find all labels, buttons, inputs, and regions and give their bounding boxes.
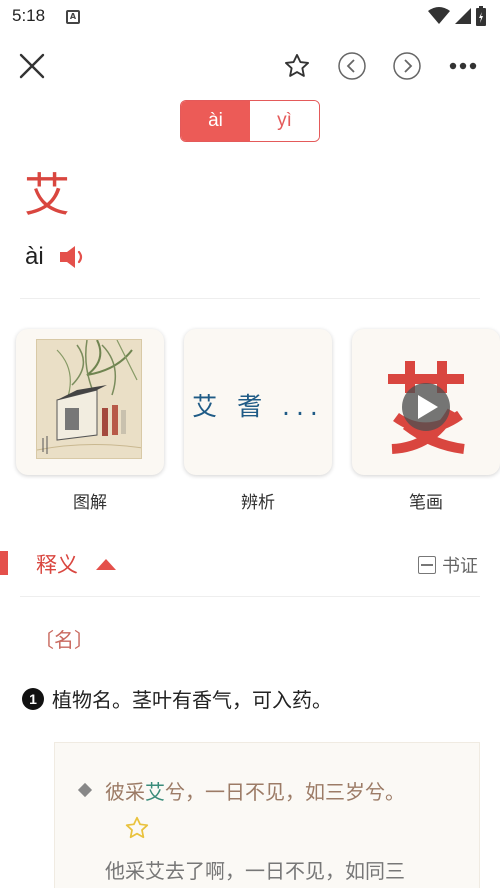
divider <box>20 596 480 597</box>
card-comparison-label: 辨析 <box>241 493 275 513</box>
star-icon <box>284 53 310 77</box>
quote-post: 兮，一日不见，如三岁兮。 <box>165 780 405 804</box>
notification-icon: A <box>66 10 80 24</box>
next-button[interactable] <box>391 50 423 82</box>
quote-pre: 彼采 <box>105 780 145 804</box>
status-icons <box>428 6 486 26</box>
status-time: 5:18 <box>12 6 46 25</box>
definition-line: 1 植物名。茎叶有香气，可入药。 <box>22 684 332 713</box>
status-bar: 5:18 A <box>0 0 500 34</box>
quote-text: 彼采艾兮，一日不见，如三岁兮。 <box>105 773 445 849</box>
pinyin-row: ài <box>25 243 88 271</box>
illustration-image <box>36 339 142 459</box>
favorite-quote-icon[interactable] <box>123 815 151 841</box>
quote-highlight[interactable]: 艾 <box>145 780 165 804</box>
shuzheng-toggle[interactable]: 书证 <box>418 552 478 578</box>
card-comparison[interactable]: 艾 耆 ... <box>184 329 332 475</box>
battery-icon <box>476 6 486 26</box>
card-stroke-order-label: 笔画 <box>409 493 443 513</box>
signal-icon <box>455 8 471 24</box>
more-button[interactable] <box>447 50 479 82</box>
tab-yi[interactable]: yì <box>250 101 319 141</box>
section-title[interactable]: 释义 <box>36 549 78 579</box>
entry-character: 艾 <box>24 168 70 222</box>
diamond-bullet-icon <box>77 782 93 798</box>
more-icon <box>449 62 477 70</box>
definition-number: 1 <box>22 687 44 710</box>
wifi-icon <box>428 7 450 24</box>
divider <box>20 298 480 299</box>
entry-pinyin: ài <box>25 243 44 270</box>
definition-text: 植物名。茎叶有香气，可入药。 <box>52 688 332 712</box>
pronunciation-tabs: ài yì <box>180 100 320 142</box>
card-illustration[interactable] <box>16 329 164 475</box>
speaker-icon[interactable] <box>58 244 88 270</box>
previous-button[interactable] <box>336 50 368 82</box>
collapse-arrow-icon[interactable] <box>96 558 116 570</box>
section-marker <box>0 551 8 575</box>
part-of-speech: 〔名〕 <box>34 628 94 652</box>
close-button[interactable] <box>16 50 48 82</box>
favorite-button[interactable] <box>281 50 313 82</box>
quote-box: 彼采艾兮，一日不见，如三岁兮。 他采艾去了啊，一日不见，如同三 <box>54 742 480 888</box>
chevron-right-circle-icon <box>393 52 421 80</box>
close-icon <box>19 53 45 79</box>
chevron-left-circle-icon <box>338 52 366 80</box>
card-stroke-order[interactable] <box>352 329 500 475</box>
stroke-order-preview <box>388 361 465 454</box>
tab-ai[interactable]: ài <box>181 101 250 141</box>
top-toolbar <box>0 44 500 88</box>
card-illustration-label: 图解 <box>73 493 107 513</box>
checkbox-icon <box>418 556 436 574</box>
comparison-preview: 艾 耆 ... <box>192 392 324 421</box>
quote-translation: 他采艾去了啊，一日不见，如同三 <box>105 859 405 883</box>
shuzheng-label: 书证 <box>442 556 478 577</box>
